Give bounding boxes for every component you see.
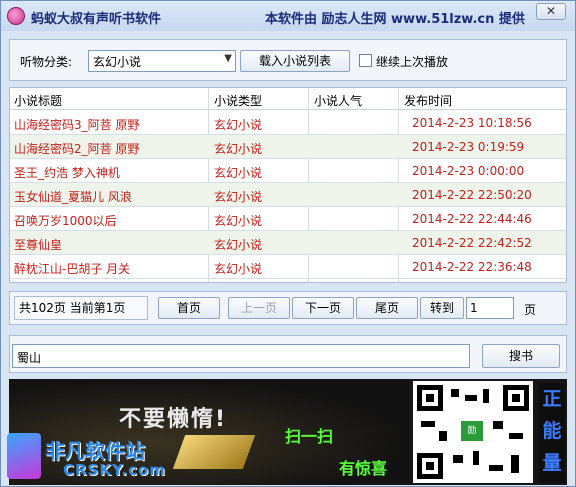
row-title: 召唤万岁1000以后 (14, 214, 117, 228)
qr-module (465, 395, 477, 401)
last-page-button[interactable]: 尾页 (356, 297, 418, 319)
table-row[interactable]: 醉枕江山-巴胡子 月关 玄幻小说 2014-2-22 22:36:48 (10, 255, 566, 279)
row-type: 玄幻小说 (214, 118, 263, 132)
qr-module (493, 421, 503, 429)
column-header-popularity[interactable]: 小说人气 (314, 92, 362, 109)
row-title: 醉枕江山-巴胡子 月关 (14, 262, 131, 276)
app-window: 蚂蚁大叔有声听书软件 本软件由 励志人生网 www.51lzw.cn 提供 ✕ … (0, 0, 576, 487)
goto-page-button[interactable]: 转到 (420, 297, 464, 319)
qr-module (451, 389, 459, 397)
page-number-input[interactable]: 1 (466, 297, 514, 319)
row-date: 2014-2-23 10:18:56 (412, 116, 532, 130)
qr-module (511, 455, 519, 473)
qr-module (453, 455, 463, 463)
qr-code-image: 励 (413, 381, 533, 483)
category-select[interactable]: 玄幻小说 ▼ (88, 50, 236, 72)
qr-finder (503, 385, 529, 411)
qr-module (483, 389, 489, 403)
gold-bar-image (172, 435, 256, 469)
search-button[interactable]: 搜书 (482, 344, 560, 368)
qr-logo-icon: 励 (459, 419, 485, 443)
table-row[interactable]: 召唤万岁1000以后 玄幻小说 2014-2-22 22:44:46 (10, 207, 566, 231)
qr-finder (417, 453, 443, 479)
row-date: 2014-2-22 22:36:48 (412, 260, 532, 274)
row-title: 山海经密码2_阿菩 原野 (14, 142, 140, 156)
resume-playback-checkbox[interactable] (359, 54, 372, 67)
qr-module (421, 421, 435, 427)
ant-logo-icon (7, 7, 25, 25)
column-header-date[interactable]: 发布时间 (404, 92, 452, 109)
filter-panel: 听物分类: 玄幻小说 ▼ 载入小说列表 继续上次播放 (9, 39, 567, 81)
column-header-title[interactable]: 小说标题 (14, 92, 62, 109)
row-type: 玄幻小说 (214, 190, 263, 204)
energy-text: 正能量 (539, 383, 565, 483)
title-bar: 蚂蚁大叔有声听书软件 本软件由 励志人生网 www.51lzw.cn 提供 ✕ (1, 1, 575, 31)
scan-text: 扫一扫 (285, 427, 334, 446)
category-label: 听物分类: (20, 55, 73, 69)
row-date: 2014-2-22 22:42:52 (412, 236, 532, 250)
close-icon: ✕ (545, 4, 557, 18)
qr-module (509, 433, 523, 439)
table-row[interactable]: 山海经密码3_阿菩 原野 玄幻小说 2014-2-23 10:18:56 (10, 111, 566, 135)
prev-page-button[interactable]: 上一页 (228, 297, 290, 319)
novel-table: 小说标题 小说类型 小说人气 发布时间 山海经密码3_阿菩 原野 玄幻小说 20… (9, 87, 567, 283)
load-novel-list-button[interactable]: 载入小说列表 (240, 50, 350, 72)
close-button[interactable]: ✕ (536, 3, 566, 20)
row-title: 至尊仙皇 (14, 238, 63, 252)
publisher-text: 本软件由 励志人生网 www.51lzw.cn 提供 (265, 12, 525, 27)
row-type: 玄幻小说 (214, 262, 263, 276)
qr-module (489, 465, 503, 471)
first-page-button[interactable]: 首页 (158, 297, 220, 319)
qr-module (473, 451, 479, 465)
row-date: 2014-2-22 22:44:46 (412, 212, 532, 226)
row-title: 山海经密码3_阿菩 原野 (14, 118, 140, 132)
table-row[interactable]: 山海经密码2_阿菩 原野 玄幻小说 2014-2-23 0:19:59 (10, 135, 566, 159)
row-type: 玄幻小说 (214, 238, 263, 252)
page-info: 共102页 当前第1页 (14, 296, 148, 320)
search-input[interactable]: 蜀山 (12, 344, 470, 368)
surprise-text: 有惊喜 (339, 459, 388, 478)
row-date: 2014-2-23 0:19:59 (412, 140, 525, 154)
table-row[interactable]: 圣王_约浩 梦入神机 玄幻小说 2014-2-23 0:00:00 (10, 159, 566, 183)
row-type: 玄幻小说 (214, 142, 263, 156)
column-header-type[interactable]: 小说类型 (214, 92, 262, 109)
watermark-logo-icon (7, 433, 41, 479)
site-watermark: 非凡软件站 CRSKY.com (5, 427, 165, 485)
app-title: 蚂蚁大叔有声听书软件 (31, 12, 162, 27)
row-title: 玉女仙道_夏猫儿 风浪 (14, 190, 132, 204)
next-page-button[interactable]: 下一页 (292, 297, 354, 319)
watermark-name: 非凡软件站 (45, 439, 145, 463)
page-unit-label: 页 (524, 303, 537, 317)
row-title: 圣王_约浩 梦入神机 (14, 166, 120, 180)
resume-playback-label: 继续上次播放 (376, 55, 449, 69)
table-row[interactable]: 至尊仙皇 玄幻小说 2014-2-22 22:42:52 (10, 231, 566, 255)
table-row[interactable]: 玉女仙道_夏猫儿 风浪 玄幻小说 2014-2-22 22:50:20 (10, 183, 566, 207)
category-select-value: 玄幻小说 (93, 55, 142, 69)
row-date: 2014-2-23 0:00:00 (412, 164, 525, 178)
chevron-down-icon: ▼ (224, 53, 232, 64)
row-date: 2014-2-22 22:50:20 (412, 188, 532, 202)
row-type: 玄幻小说 (214, 214, 263, 228)
watermark-domain: CRSKY.com (63, 461, 166, 479)
qr-finder (417, 385, 443, 411)
row-type: 玄幻小说 (214, 166, 263, 180)
pagination-bar: 共102页 当前第1页 首页 上一页 下一页 尾页 转到 1 页 (9, 291, 567, 325)
qr-module (439, 431, 447, 441)
search-panel: 蜀山 搜书 (9, 335, 567, 373)
table-header: 小说标题 小说类型 小说人气 发布时间 (10, 88, 566, 110)
